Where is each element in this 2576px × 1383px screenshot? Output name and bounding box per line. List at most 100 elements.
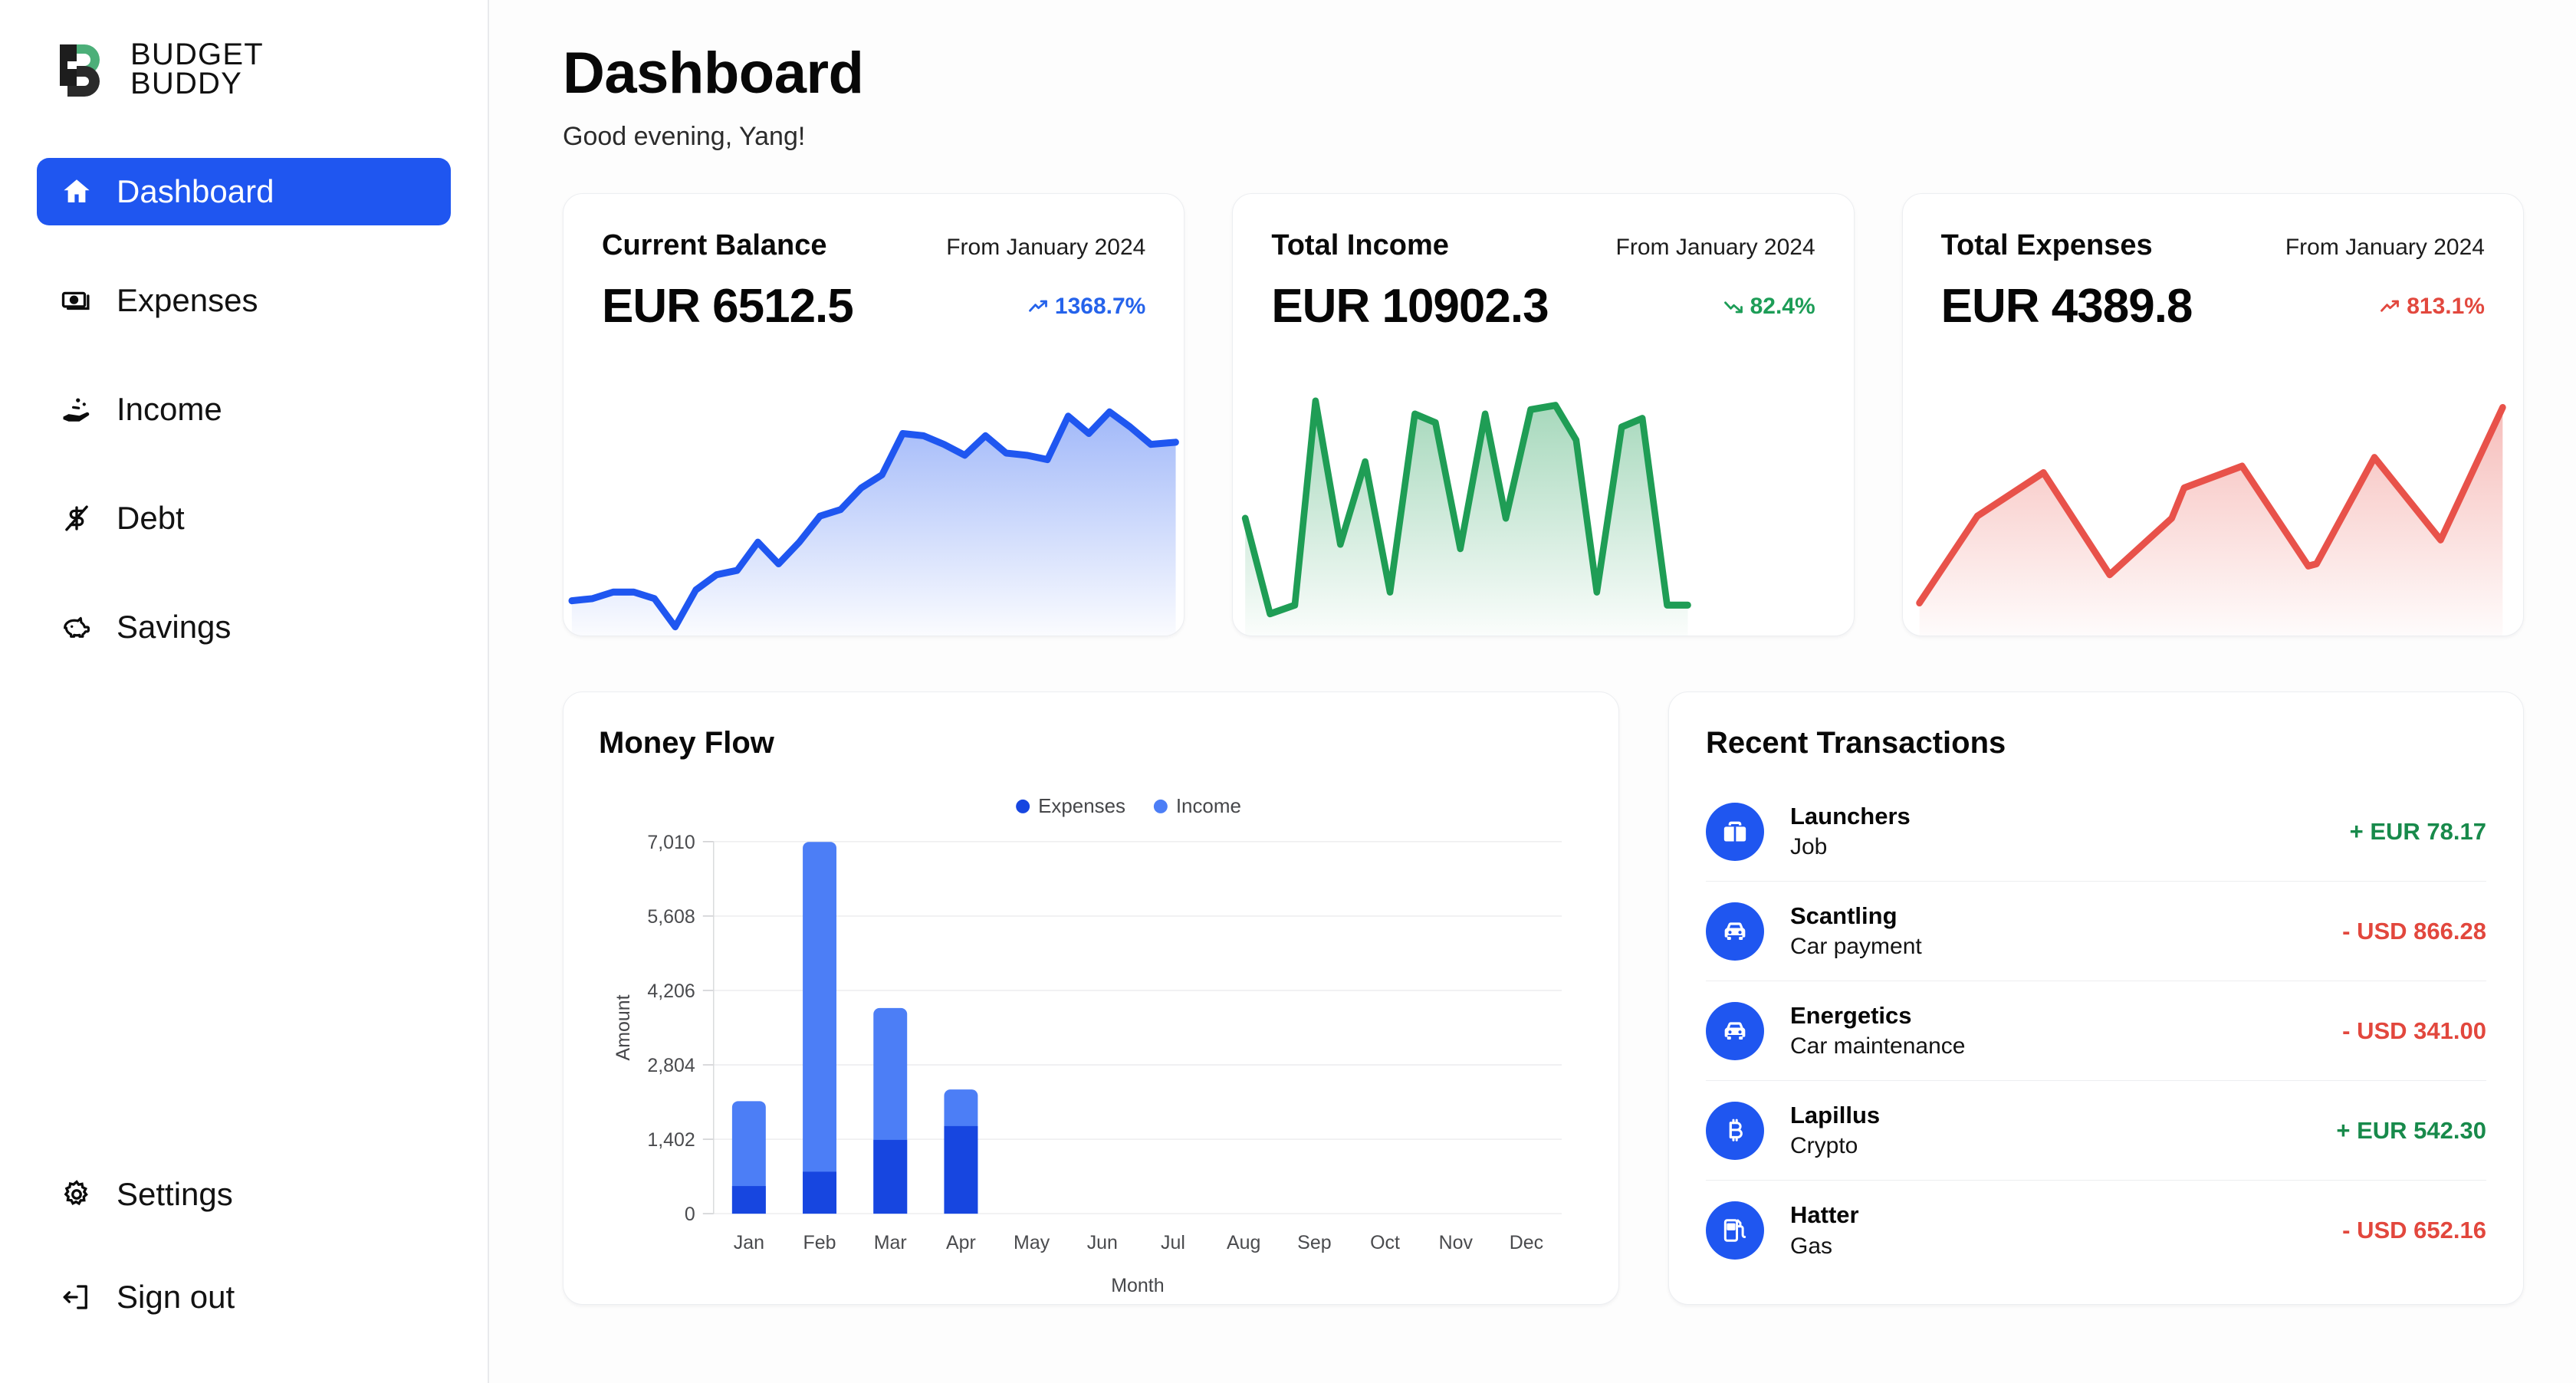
stat-value-row: EUR 4389.8 813.1% xyxy=(1941,279,2485,333)
transaction-list: Launchers Job + EUR 78.17 Scantling Car paym… xyxy=(1706,782,2486,1280)
main-content: Dashboard Good evening, Yang! Current Ba… xyxy=(489,0,2576,1383)
sidebar-item-income[interactable]: Income xyxy=(37,376,451,443)
recent-transactions-panel: Recent Transactions Launchers Job + EUR 78… xyxy=(1668,692,2524,1305)
trend-up-icon xyxy=(1027,296,1049,317)
sidebar-item-settings[interactable]: Settings xyxy=(37,1161,451,1228)
car-icon xyxy=(1706,1001,1764,1060)
transaction-category: Gas xyxy=(1790,1233,1833,1259)
svg-text:Month: Month xyxy=(1111,1275,1164,1296)
svg-text:May: May xyxy=(1014,1232,1050,1253)
sparkline-total-expenses xyxy=(1903,375,2523,636)
sidebar-item-savings[interactable]: Savings xyxy=(37,593,451,661)
stat-value: EUR 4389.8 xyxy=(1940,280,2193,333)
recent-transactions-title: Recent Transactions xyxy=(1706,726,2006,760)
transaction-amount: + EUR 542.30 xyxy=(2336,1116,2486,1144)
transaction-category: Crypto xyxy=(1790,1133,1858,1159)
sidebar-item-dashboard[interactable]: Dashboard xyxy=(37,158,451,225)
banknote-icon xyxy=(60,284,94,317)
money-flow-panel: Money Flow Expenses Income 0 1,402 2,804 4,20… xyxy=(563,692,1619,1305)
brand-logo[interactable]: BUDGET BUDDY xyxy=(37,40,451,100)
stat-label: Total Income xyxy=(1271,229,1449,261)
stat-delta-value: 1368.7% xyxy=(1054,293,1146,319)
sidebar-item-label: Settings xyxy=(117,1176,233,1212)
transaction-row[interactable]: Launchers Job + EUR 78.17 xyxy=(1706,782,2486,882)
transaction-name: Scantling xyxy=(1790,902,1898,929)
stat-card-total-expenses[interactable]: Total Expenses From January 2024 EUR 438… xyxy=(1901,193,2524,636)
transaction-category: Car maintenance xyxy=(1790,1033,1966,1059)
stat-period: From January 2024 xyxy=(946,235,1146,260)
transaction-row[interactable]: Scantling Car payment - USD 866.28 xyxy=(1706,882,2486,981)
dollar-slash-icon xyxy=(60,501,94,535)
svg-text:Feb: Feb xyxy=(803,1232,836,1253)
transaction-name: Hatter xyxy=(1790,1201,1859,1229)
svg-text:Jun: Jun xyxy=(1087,1232,1118,1253)
home-icon xyxy=(60,175,94,209)
transaction-row[interactable]: Energetics Car maintenance - USD 341.00 xyxy=(1706,981,2486,1081)
svg-text:Jul: Jul xyxy=(1161,1232,1185,1253)
greeting-text: Good evening, Yang! xyxy=(563,122,806,151)
stat-period: From January 2024 xyxy=(2285,235,2485,260)
money-flow-title: Money Flow xyxy=(599,726,774,760)
stat-value: EUR 6512.5 xyxy=(602,280,854,333)
sparkline-total-income xyxy=(1233,375,1853,636)
sidebar-item-expenses[interactable]: Expenses xyxy=(37,267,451,334)
transaction-amount: - USD 652.16 xyxy=(2342,1217,2486,1243)
transaction-row[interactable]: Hatter Gas - USD 652.16 xyxy=(1706,1181,2486,1280)
stat-card-header: Total Expenses From January 2024 xyxy=(1941,229,2485,262)
svg-text:Dec: Dec xyxy=(1510,1232,1543,1253)
stat-delta: 82.4% xyxy=(1723,294,1815,320)
stat-label: Total Expenses xyxy=(1940,229,2153,261)
sidebar: BUDGET BUDDY Dashboard Expenses Income D… xyxy=(0,0,489,1383)
gear-icon xyxy=(60,1178,94,1211)
svg-text:Mar: Mar xyxy=(874,1232,907,1253)
transaction-amount: + EUR 78.17 xyxy=(2349,817,2486,845)
brand-wordmark: BUDGET BUDDY xyxy=(130,38,264,100)
sidebar-item-label: Debt xyxy=(117,500,185,536)
stat-period: From January 2024 xyxy=(1615,235,1815,260)
svg-text:Jan: Jan xyxy=(734,1232,764,1253)
transaction-category: Job xyxy=(1790,834,1828,860)
budget-buddy-logo-icon xyxy=(54,40,113,100)
transaction-row[interactable]: Lapillus Crypto + EUR 542.30 xyxy=(1706,1081,2486,1181)
brand-line-1: BUDGET xyxy=(130,38,264,72)
stat-card-header: Total Income From January 2024 xyxy=(1271,229,1815,262)
trend-up-icon xyxy=(2379,296,2400,317)
bitcoin-icon xyxy=(1706,1101,1764,1160)
stat-card-total-income[interactable]: Total Income From January 2024 EUR 10902… xyxy=(1232,193,1855,636)
stat-card-header: Current Balance From January 2024 xyxy=(602,229,1145,262)
transaction-text: Hatter Gas xyxy=(1790,1201,1859,1259)
svg-text:Nov: Nov xyxy=(1439,1232,1474,1253)
money-flow-chart[interactable]: Expenses Income 0 1,402 2,804 4,206 5,608 7,010… xyxy=(599,768,1583,1304)
transaction-text: Launchers Job xyxy=(1790,803,1911,859)
svg-text:Aug: Aug xyxy=(1227,1232,1260,1253)
transaction-name: Launchers xyxy=(1790,802,1911,829)
page-title: Dashboard xyxy=(563,41,864,106)
svg-text:Income: Income xyxy=(1176,796,1241,817)
transaction-name: Energetics xyxy=(1790,1001,1912,1029)
hand-coins-icon xyxy=(60,393,94,426)
svg-text:7,010: 7,010 xyxy=(647,832,695,853)
transaction-amount: - USD 866.28 xyxy=(2342,917,2486,944)
svg-text:Expenses: Expenses xyxy=(1038,796,1125,817)
sidebar-item-debt[interactable]: Debt xyxy=(37,485,451,552)
svg-text:4,206: 4,206 xyxy=(647,981,695,1002)
sidebar-item-label: Savings xyxy=(117,609,232,645)
sidebar-item-sign-out[interactable]: Sign out xyxy=(37,1263,451,1331)
stat-card-current-balance[interactable]: Current Balance From January 2024 EUR 65… xyxy=(563,193,1185,636)
stat-card-row: Current Balance From January 2024 EUR 65… xyxy=(563,193,2524,636)
secondary-navigation: Settings Sign out xyxy=(37,1161,451,1352)
piggy-bank-icon xyxy=(60,610,94,644)
transaction-category: Car payment xyxy=(1790,934,1922,960)
lower-content-row: Money Flow Expenses Income 0 1,402 2,804 4,20… xyxy=(563,692,2524,1305)
stat-delta-value: 82.4% xyxy=(1750,293,1815,319)
sidebar-item-label: Expenses xyxy=(117,282,258,318)
sparkline-current-balance xyxy=(564,375,1184,636)
brand-line-2: BUDDY xyxy=(130,67,243,100)
svg-text:Oct: Oct xyxy=(1370,1232,1400,1253)
car-icon xyxy=(1706,902,1764,961)
svg-text:Amount: Amount xyxy=(613,994,634,1060)
fuel-icon xyxy=(1706,1201,1764,1260)
primary-navigation: Dashboard Expenses Income Debt Savings xyxy=(37,158,451,702)
stat-delta: 1368.7% xyxy=(1027,294,1145,320)
briefcase-icon xyxy=(1706,802,1764,861)
